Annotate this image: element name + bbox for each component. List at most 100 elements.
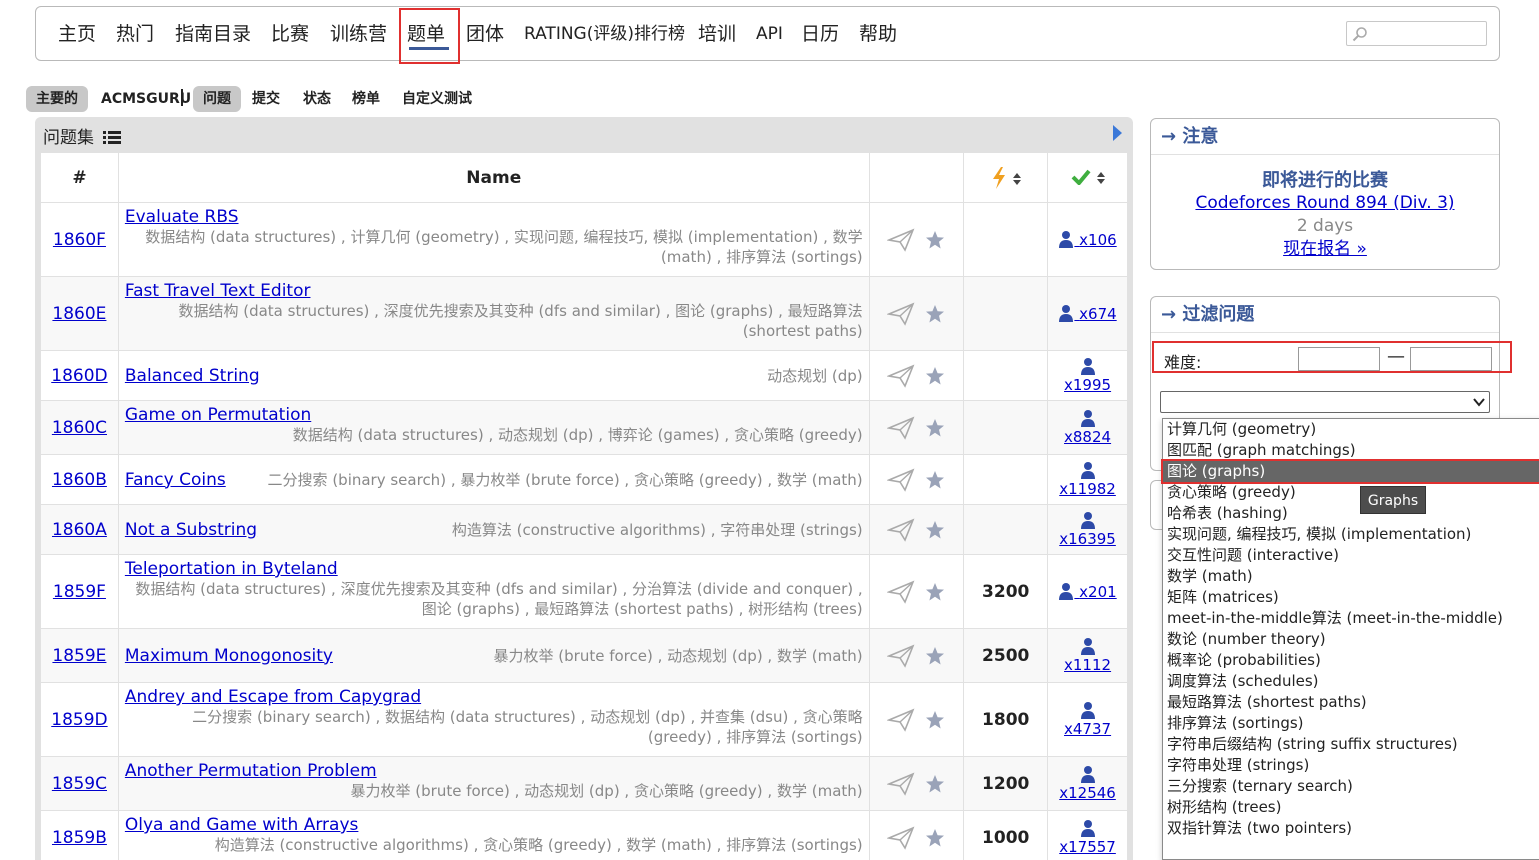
difficulty-max-input[interactable]	[1410, 347, 1492, 371]
solved-count-link[interactable]: x106	[1058, 231, 1117, 249]
solved-count-link[interactable]: x12546	[1059, 766, 1116, 802]
star-icon[interactable]	[925, 710, 945, 730]
problem-title-link[interactable]: Fancy Coins	[125, 470, 226, 490]
solved-count-link[interactable]: x16395	[1059, 512, 1116, 548]
star-icon[interactable]	[925, 470, 945, 490]
nav-rating[interactable]: RATING(评级)排行榜	[524, 7, 685, 62]
nav-catalog[interactable]: 指南目录	[175, 7, 251, 62]
difficulty-min-input[interactable]	[1298, 347, 1380, 371]
submit-icon[interactable]	[886, 302, 915, 326]
submit-icon[interactable]	[886, 416, 915, 440]
tag-option[interactable]: 实现问题, 编程技巧, 模拟 (implementation)	[1163, 524, 1539, 545]
list-icon[interactable]	[103, 130, 122, 145]
submit-icon[interactable]	[886, 580, 915, 604]
problem-id-link[interactable]: 1860B	[52, 470, 107, 490]
submit-icon[interactable]	[886, 772, 915, 796]
tag-option[interactable]: 矩阵 (matrices)	[1163, 587, 1539, 608]
star-icon[interactable]	[925, 230, 945, 250]
problem-title-link[interactable]: Not a Substring	[125, 520, 257, 540]
submit-icon[interactable]	[886, 644, 915, 668]
column-name-header[interactable]: Name	[117, 152, 870, 203]
nav-home[interactable]: 主页	[58, 7, 96, 62]
solved-count-link[interactable]: x17557	[1059, 820, 1116, 856]
tag-option[interactable]: meet-in-the-middle算法 (meet-in-the-middle…	[1163, 608, 1539, 629]
solved-count-link[interactable]: x8824	[1064, 410, 1111, 446]
tag-option[interactable]: 三分搜索 (ternary search)	[1163, 776, 1539, 797]
tag-option[interactable]: 树形结构 (trees)	[1163, 797, 1539, 818]
problem-id-link[interactable]: 1860F	[53, 230, 106, 250]
subnav-main[interactable]: 主要的	[26, 86, 88, 112]
star-icon[interactable]	[925, 828, 945, 848]
star-icon[interactable]	[925, 366, 945, 386]
star-icon[interactable]	[925, 520, 945, 540]
tag-option[interactable]: 调度算法 (schedules)	[1163, 671, 1539, 692]
problem-title-link[interactable]: Game on Permutation	[125, 405, 311, 425]
problem-id-link[interactable]: 1859F	[53, 582, 106, 602]
tag-option[interactable]: 计算几何 (geometry)	[1163, 419, 1539, 440]
subnav-status[interactable]: 状态	[303, 86, 331, 112]
problem-title-link[interactable]: Another Permutation Problem	[125, 761, 377, 781]
star-icon[interactable]	[925, 418, 945, 438]
panel-expand-arrow-icon[interactable]	[1113, 125, 1122, 141]
tag-option[interactable]: 概率论 (probabilities)	[1163, 650, 1539, 671]
submit-icon[interactable]	[886, 468, 915, 492]
subnav-standings[interactable]: 榜单	[352, 86, 380, 112]
register-link[interactable]: 现在报名 »	[1283, 239, 1367, 259]
problem-title-link[interactable]: Andrey and Escape from Capygrad	[125, 687, 421, 707]
solved-count-link[interactable]: x4737	[1064, 702, 1111, 738]
submit-icon[interactable]	[886, 518, 915, 542]
tag-option[interactable]: 贪心策略 (greedy)	[1163, 482, 1539, 503]
problem-id-link[interactable]: 1859D	[51, 710, 107, 730]
nav-top[interactable]: 热门	[116, 7, 154, 62]
problem-title-link[interactable]: Balanced String	[125, 366, 260, 386]
tag-option[interactable]: 排序算法 (sortings)	[1163, 713, 1539, 734]
problem-title-link[interactable]: Olya and Game with Arrays	[125, 815, 359, 835]
contest-link[interactable]: Codeforces Round 894 (Div. 3)	[1195, 193, 1454, 213]
submit-icon[interactable]	[886, 826, 915, 850]
tag-option[interactable]: 哈希表 (hashing)	[1163, 503, 1539, 524]
problem-id-link[interactable]: 1859C	[52, 774, 107, 794]
subnav-custom-test[interactable]: 自定义测试	[402, 86, 472, 112]
star-icon[interactable]	[925, 774, 945, 794]
nav-help[interactable]: 帮助	[859, 7, 897, 62]
solved-count-link[interactable]: x11982	[1059, 462, 1116, 498]
star-icon[interactable]	[925, 304, 945, 324]
tag-option[interactable]: 字符串后缀结构 (string suffix structures)	[1163, 734, 1539, 755]
tag-option[interactable]: 图匹配 (graph matchings)	[1163, 440, 1539, 461]
nav-api[interactable]: API	[756, 7, 783, 62]
nav-gym[interactable]: 训练营	[330, 7, 387, 62]
tag-option[interactable]: 字符串处理 (strings)	[1163, 755, 1539, 776]
submit-icon[interactable]	[886, 228, 915, 252]
subnav-acmsguru[interactable]: ACMSGURU	[101, 86, 191, 112]
problem-title-link[interactable]: Evaluate RBS	[125, 207, 239, 227]
problem-title-link[interactable]: Fast Travel Text Editor	[125, 281, 311, 301]
problem-title-link[interactable]: Maximum Monogonosity	[125, 646, 333, 666]
column-solved-header[interactable]	[1047, 152, 1128, 203]
star-icon[interactable]	[925, 582, 945, 602]
solved-count-link[interactable]: x1995	[1064, 358, 1111, 394]
tag-option[interactable]: 数学 (math)	[1163, 566, 1539, 587]
tag-option[interactable]: 最短路算法 (shortest paths)	[1163, 692, 1539, 713]
problem-id-link[interactable]: 1859B	[52, 828, 107, 848]
nav-contests[interactable]: 比赛	[271, 7, 309, 62]
solved-count-link[interactable]: x674	[1058, 305, 1117, 323]
problem-id-link[interactable]: 1860A	[52, 520, 107, 540]
problem-id-link[interactable]: 1860D	[51, 366, 107, 386]
nav-groups[interactable]: 团体	[466, 7, 504, 62]
problem-id-link[interactable]: 1859E	[52, 646, 106, 666]
solved-count-link[interactable]: x1112	[1064, 638, 1111, 674]
tag-option[interactable]: 交互性问题 (interactive)	[1163, 545, 1539, 566]
subnav-problems[interactable]: 问题	[193, 86, 241, 112]
column-difficulty-header[interactable]	[963, 152, 1049, 203]
problem-title-link[interactable]: Teleportation in Byteland	[125, 559, 338, 579]
problem-id-link[interactable]: 1860E	[52, 304, 106, 324]
tag-option[interactable]: 图论 (graphs)	[1161, 459, 1539, 484]
problem-id-link[interactable]: 1860C	[52, 418, 107, 438]
tag-option[interactable]: 数论 (number theory)	[1163, 629, 1539, 650]
submit-icon[interactable]	[886, 364, 915, 388]
tag-option[interactable]: 双指针算法 (two pointers)	[1163, 818, 1539, 839]
nav-edu[interactable]: 培训	[698, 7, 736, 62]
search-input[interactable]	[1346, 21, 1487, 46]
nav-calendar[interactable]: 日历	[801, 7, 839, 62]
submit-icon[interactable]	[886, 708, 915, 732]
